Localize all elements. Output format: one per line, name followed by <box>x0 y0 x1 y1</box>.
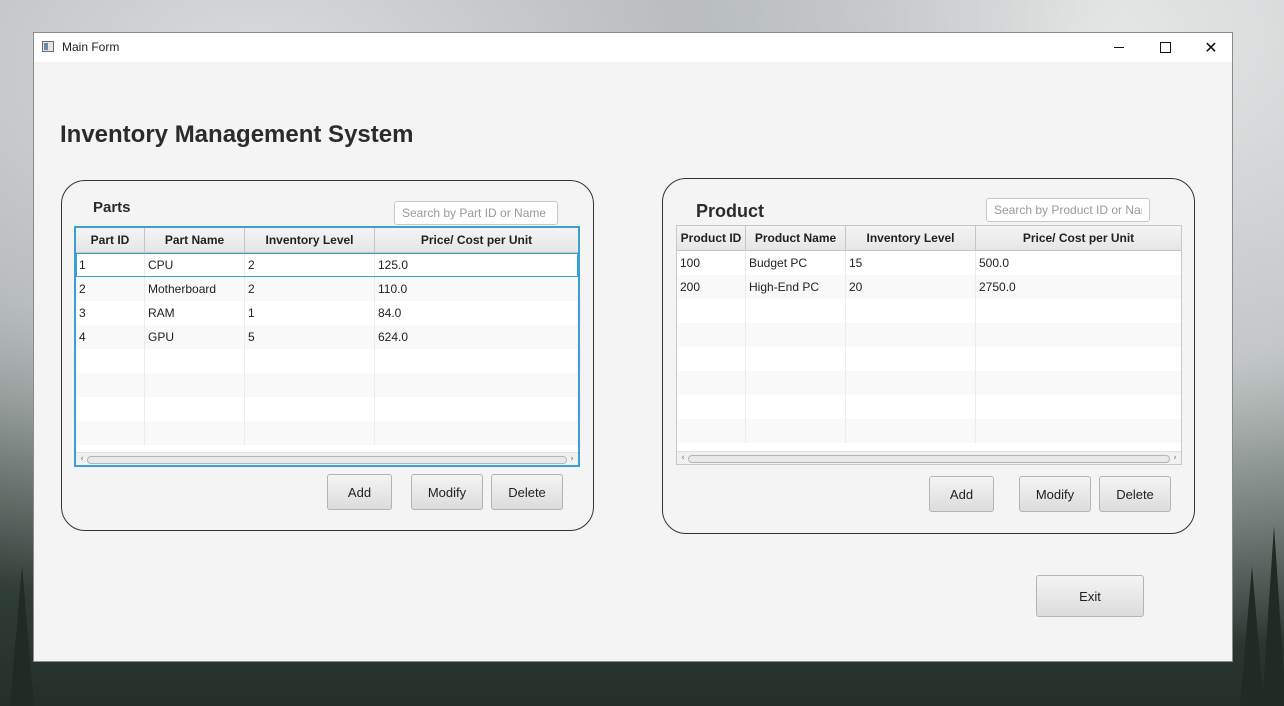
scroll-left-icon[interactable]: ‹ <box>678 452 688 464</box>
cell-part-name: GPU <box>145 325 245 349</box>
empty-row <box>677 347 1181 371</box>
table-row[interactable]: 200 High-End PC 20 2750.0 <box>677 275 1181 299</box>
empty-row <box>76 373 578 397</box>
empty-row <box>76 421 578 445</box>
scroll-right-icon[interactable]: › <box>567 453 577 465</box>
close-button[interactable]: ✕ <box>1188 33 1234 62</box>
cell-part-id: 4 <box>76 325 145 349</box>
parts-table-header: Part ID Part Name Inventory Level Price/… <box>76 228 578 253</box>
cell-price: 110.0 <box>378 282 408 296</box>
add-part-button[interactable]: Add <box>327 474 392 510</box>
column-header-product-id[interactable]: Product ID <box>677 226 746 250</box>
title-bar[interactable]: Main Form ✕ <box>34 33 1232 62</box>
column-header-product-name[interactable]: Product Name <box>746 226 846 250</box>
cell-price: 500.0 <box>979 256 1010 270</box>
scroll-right-icon[interactable]: › <box>1170 452 1180 464</box>
cell-part-name: CPU <box>145 253 245 277</box>
cell-product-id: 100 <box>677 251 746 275</box>
horizontal-scrollbar[interactable]: ‹ › <box>677 451 1181 464</box>
maximize-icon <box>1159 42 1171 53</box>
background-tree <box>1262 526 1284 706</box>
cell-part-name: RAM <box>145 301 245 325</box>
cell-inventory: 15 <box>846 251 976 275</box>
background-tree <box>1240 566 1264 706</box>
empty-row <box>76 349 578 373</box>
parts-search-input[interactable] <box>394 201 558 225</box>
delete-product-button[interactable]: Delete <box>1099 476 1171 512</box>
cell-price: 125.0 <box>378 258 409 272</box>
products-label: Product <box>696 201 765 221</box>
table-row[interactable]: 100 Budget PC 15 500.0 <box>677 251 1181 275</box>
cell-inventory: 2 <box>245 253 375 277</box>
cell-inventory: 2 <box>245 277 375 301</box>
table-row[interactable]: 3 RAM 1 84.0 <box>76 301 578 325</box>
cell-inventory: 1 <box>245 301 375 325</box>
app-window-icon <box>42 41 54 52</box>
cell-price: 624.0 <box>378 330 409 344</box>
empty-row <box>76 397 578 421</box>
cell-part-id: 2 <box>76 277 145 301</box>
cell-inventory: 5 <box>245 325 375 349</box>
empty-row <box>677 299 1181 323</box>
close-icon: ✕ <box>1204 38 1218 57</box>
column-header-inventory-level[interactable]: Inventory Level <box>245 228 375 252</box>
exit-button[interactable]: Exit <box>1036 575 1144 617</box>
cell-inventory: 20 <box>846 275 976 299</box>
column-header-part-id[interactable]: Part ID <box>76 228 145 252</box>
background-tree <box>10 566 34 706</box>
products-search-input[interactable] <box>986 198 1150 222</box>
table-row[interactable]: 1 CPU 2 125.0 <box>76 253 578 277</box>
horizontal-scrollbar[interactable]: ‹ › <box>76 452 578 465</box>
empty-row <box>677 395 1181 419</box>
scroll-thumb[interactable] <box>688 455 1170 463</box>
empty-row <box>677 371 1181 395</box>
products-panel: Product Product ID Product Name Inventor… <box>662 178 1195 534</box>
table-row[interactable]: 4 GPU 5 624.0 <box>76 325 578 349</box>
cell-part-id: 1 <box>76 253 145 277</box>
parts-panel: Parts Part ID Part Name Inventory Level … <box>61 180 594 531</box>
table-row[interactable]: 2 Motherboard 2 110.0 <box>76 277 578 301</box>
column-header-price[interactable]: Price/ Cost per Unit <box>375 228 578 252</box>
cell-price: 2750.0 <box>979 280 1016 294</box>
column-header-part-name[interactable]: Part Name <box>145 228 245 252</box>
main-window: Main Form ✕ Inventory Management System … <box>33 32 1233 662</box>
cell-part-name: Motherboard <box>145 277 245 301</box>
cell-part-id: 3 <box>76 301 145 325</box>
empty-row <box>677 323 1181 347</box>
modify-product-button[interactable]: Modify <box>1019 476 1091 512</box>
cell-product-id: 200 <box>677 275 746 299</box>
delete-part-button[interactable]: Delete <box>491 474 563 510</box>
parts-table[interactable]: Part ID Part Name Inventory Level Price/… <box>74 226 580 467</box>
modify-part-button[interactable]: Modify <box>411 474 483 510</box>
cell-price: 84.0 <box>378 306 402 320</box>
cell-product-name: Budget PC <box>746 251 846 275</box>
window-title: Main Form <box>62 40 120 54</box>
scroll-thumb[interactable] <box>87 456 567 464</box>
scroll-left-icon[interactable]: ‹ <box>77 453 87 465</box>
add-product-button[interactable]: Add <box>929 476 994 512</box>
minimize-button[interactable] <box>1096 33 1142 62</box>
maximize-button[interactable] <box>1142 33 1188 62</box>
column-header-inventory-level[interactable]: Inventory Level <box>846 226 976 250</box>
parts-label: Parts <box>93 199 131 216</box>
column-header-price[interactable]: Price/ Cost per Unit <box>976 226 1181 250</box>
products-table-header: Product ID Product Name Inventory Level … <box>677 226 1181 251</box>
empty-row <box>677 419 1181 443</box>
minimize-icon <box>1114 47 1124 48</box>
products-table[interactable]: Product ID Product Name Inventory Level … <box>676 225 1182 465</box>
page-title: Inventory Management System <box>60 121 414 148</box>
cell-product-name: High-End PC <box>746 275 846 299</box>
